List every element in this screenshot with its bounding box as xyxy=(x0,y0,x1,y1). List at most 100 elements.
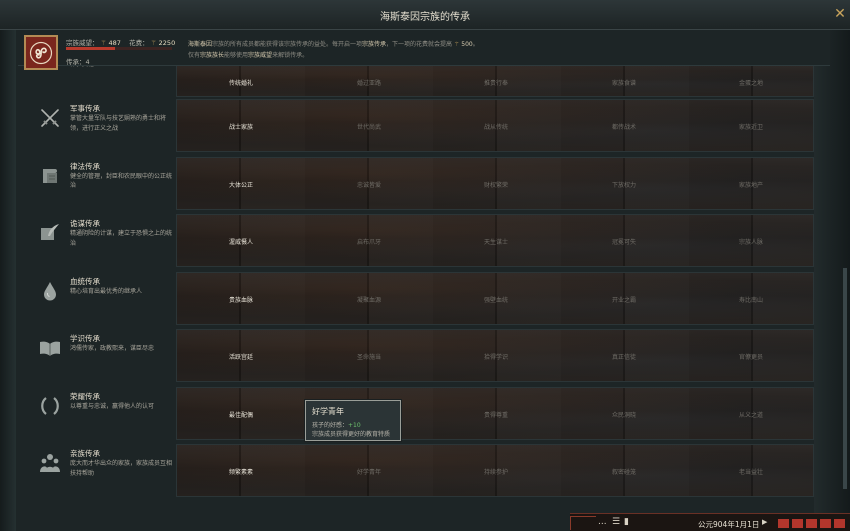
legacy-name: 血统传承 xyxy=(70,276,100,286)
perk-node[interactable]: 宗族人脉 xyxy=(687,215,813,266)
legacy-category[interactable]: 荣耀传承 以尊重与忠诚，赢得他人的认可 xyxy=(34,386,176,441)
perk-node[interactable]: 叙密碰笼 xyxy=(560,445,688,496)
perk-node[interactable]: 天生谋士 xyxy=(432,215,560,266)
perk-node[interactable]: 推贵行奉 xyxy=(432,66,560,96)
perk-node[interactable]: 战士家族 xyxy=(177,100,305,151)
title-bar: 海斯泰因宗族的传承 ✕ xyxy=(0,0,850,30)
legacy-desc: 庞大而才华出众的家族，家族成员互相扶持帮助 xyxy=(70,460,173,477)
legacy-row: 律法传承 健全的管理，封臣和农民眼中的公正统治 大体公正 忠诚皆爱 财权繁荣 下放权力 家族… xyxy=(34,156,814,211)
speed-icon[interactable] xyxy=(778,519,789,528)
tooltip-effect-2: 宗族成员获得更好的教育特质 xyxy=(312,431,391,438)
legacy-category[interactable]: 军事传承 掌管大量军队与技艺娴熟的勇士和将领，进行正义之战 xyxy=(34,98,176,153)
prestige-coin-icon: ⚚ xyxy=(100,39,107,47)
perk-track: 大体公正 忠诚皆爱 财权繁荣 下放权力 家族地产 xyxy=(176,156,814,210)
blood-drop-icon xyxy=(38,279,62,303)
left-edge xyxy=(0,0,16,531)
perk-track: 最佳配偶好学青年 贵得尊重众民洞晓从义之道 xyxy=(176,386,814,440)
perk-node[interactable]: 传统婚礼 xyxy=(177,66,305,96)
perk-node[interactable]: 强壁血统 xyxy=(432,273,560,324)
perk-node[interactable]: 启布爪牙 xyxy=(305,215,433,266)
legacy-desc: 健全的管理，封臣和农民眼中的公正统治 xyxy=(70,172,173,190)
desc-cost-step: 500 xyxy=(461,41,473,48)
legacy-category[interactable]: 血统传承 精心培育出最优秀的继承人 xyxy=(34,271,176,326)
book-icon[interactable]: ▮ xyxy=(624,517,629,527)
tooltip-effect: 孩子的好感：+10 xyxy=(312,420,361,429)
legacy-category[interactable]: 诡谋传承精通阴险的计谋，建立于恐惧之上的统治 xyxy=(34,213,176,268)
perk-node[interactable]: 财权繁荣 xyxy=(432,158,560,209)
perk-track: 渥威慑人 启布爪牙 天生谋士 冠冕可失 宗族人脉 xyxy=(176,214,814,267)
perk-node[interactable]: 家族近卫 xyxy=(687,100,813,151)
perk-node[interactable]: 贵得尊重 xyxy=(432,388,560,439)
laurel-wreath-icon xyxy=(38,394,62,418)
perk-track: 传统婚礼 婚过亚路 推贵行奉 家族食谱 金蛋之地 xyxy=(176,65,814,97)
prestige-progress-bar xyxy=(66,47,172,50)
perk-node[interactable]: 忠诚皆爱 xyxy=(305,158,433,209)
scrollbar[interactable] xyxy=(843,268,847,489)
close-icon[interactable]: ✕ xyxy=(832,6,848,22)
legacy-desc: 精通阴险的计谋，建立于恐惧之上的统治 xyxy=(70,230,173,247)
perk-node[interactable]: 家族食谱 xyxy=(560,66,688,96)
perk-node[interactable]: 下放权力 xyxy=(560,158,688,209)
perk-node[interactable]: 老当益壮 xyxy=(687,445,813,496)
house-header: 宗族威望： ⚚ 487 花费： ⚚ 2250 传承：4 海斯泰因宗族的所有成员都… xyxy=(18,30,830,70)
perk-node[interactable]: 真正信徒 xyxy=(560,330,688,381)
legacy-category[interactable]: 律法传承 健全的管理，封臣和农民眼中的公正统治 xyxy=(34,156,176,211)
prestige-stats: 宗族威望： ⚚ 487 花费： ⚚ 2250 xyxy=(66,37,175,47)
crossed-swords-icon xyxy=(38,106,62,130)
perk-node[interactable]: 众民洞晓 xyxy=(560,388,688,439)
speed-icon[interactable] xyxy=(792,519,803,528)
quill-icon xyxy=(38,221,62,245)
legacy-row: 诡谋传承精通阴险的计谋，建立于恐惧之上的统治 渥威慑人 启布爪牙 天生谋士 冠冕可失 宗族… xyxy=(34,213,814,268)
perk-node[interactable]: 金蛋之地 xyxy=(687,66,813,96)
speed-icon[interactable] xyxy=(820,519,831,528)
perk-node[interactable]: 寿比南山 xyxy=(687,273,813,324)
perk-node[interactable]: 从义之道 xyxy=(687,388,813,439)
perk-track: 频繁素素 好学青年 持续参护 叙密碰笼 老当益壮 xyxy=(176,444,814,497)
perk-node[interactable]: 开业之霸 xyxy=(560,273,688,324)
legacy-description: 海斯泰因宗族的所有成员都能获得该宗族传承的益处。每开启一项宗族传承，下一项的花费… xyxy=(188,39,668,61)
perk-node[interactable]: 凝聚血源 xyxy=(305,273,433,324)
legacy-category[interactable]: 学识传承 鸿儒传家，政教熙来，谋臣尽忠 xyxy=(34,328,176,383)
perk-node[interactable]: 战从传统 xyxy=(432,100,560,151)
legacy-name: 律法传承 xyxy=(70,161,100,171)
scroll-icon xyxy=(38,164,62,188)
perk-node[interactable]: 频繁素素 xyxy=(177,445,305,496)
perk-track: 活跃宫廷 圣命施当 拾得学识 真正信徒 官僚更员 xyxy=(176,329,814,382)
perk-node[interactable]: 拾得学识 xyxy=(432,330,560,381)
perk-node[interactable]: 活跃宫廷 xyxy=(177,330,305,381)
legacy-name: 荣耀传承 xyxy=(70,391,100,401)
cost-value: 2250 xyxy=(158,39,176,47)
perk-node[interactable]: 都传战术 xyxy=(560,100,688,151)
tooltip-effect-label: 孩子的好感： xyxy=(312,422,349,429)
perk-track: 贵族血脉 凝聚血源 强壁血统 开业之霸 寿比南山 xyxy=(176,271,814,325)
legacy-row: 亲族传承庞大而才华出众的家族，家族成员互相扶持帮助 频繁素素 好学青年 持续参护 叙密碰… xyxy=(34,443,814,498)
perk-node[interactable]: 最佳配偶 xyxy=(177,388,305,439)
perk-node[interactable]: 持续参护 xyxy=(432,445,560,496)
perk-node[interactable]: 世代尚武 xyxy=(305,100,433,151)
perk-node[interactable]: 婚过亚路 xyxy=(305,66,433,96)
desc-text: ，下一项的花费就会提高 xyxy=(386,41,454,48)
tooltip-title: 好学青年 xyxy=(312,407,344,416)
legacy-name: 诡谋传承 xyxy=(70,219,100,228)
window-title: 海斯泰因宗族的传承 xyxy=(380,12,470,23)
perk-node[interactable]: 圣命施当 xyxy=(305,330,433,381)
legacy-name: 亲族传承 xyxy=(70,449,100,458)
perk-node[interactable]: 冠冕可失 xyxy=(560,215,688,266)
perk-node[interactable]: 渥威慑人 xyxy=(177,215,305,266)
speed-icon[interactable] xyxy=(806,519,817,528)
triskelion-icon[interactable] xyxy=(24,35,58,70)
speed-icon[interactable] xyxy=(834,519,845,528)
legacy-category[interactable]: 亲族传承庞大而才华出众的家族，家族成员互相扶持帮助 xyxy=(34,443,176,498)
perk-node[interactable]: 贵族血脉 xyxy=(177,273,305,324)
prestige-value: 487 xyxy=(108,39,121,47)
desc-text: 仅有 xyxy=(188,52,201,59)
perk-node[interactable]: 好学青年 xyxy=(305,445,433,496)
perk-node[interactable]: 官僚更员 xyxy=(687,330,813,381)
list-icon[interactable]: ☰ xyxy=(612,517,620,527)
perk-node[interactable]: 家族地产 xyxy=(687,158,813,209)
play-icon[interactable]: ▶ xyxy=(762,518,767,526)
desc-text: 宗族的所有成员都能获得该宗族传承的益处。每开启一项 xyxy=(212,41,363,48)
perk-node[interactable]: 大体公正 xyxy=(177,158,305,209)
legacy-row: 学识传承 鸿儒传家，政教熙来，谋臣尽忠 活跃宫廷 圣命施当 拾得学识 真正信徒 官僚更员 xyxy=(34,328,814,383)
perk-track: 战士家族 世代尚武 战从传统 都传战术 家族近卫 xyxy=(176,99,814,152)
